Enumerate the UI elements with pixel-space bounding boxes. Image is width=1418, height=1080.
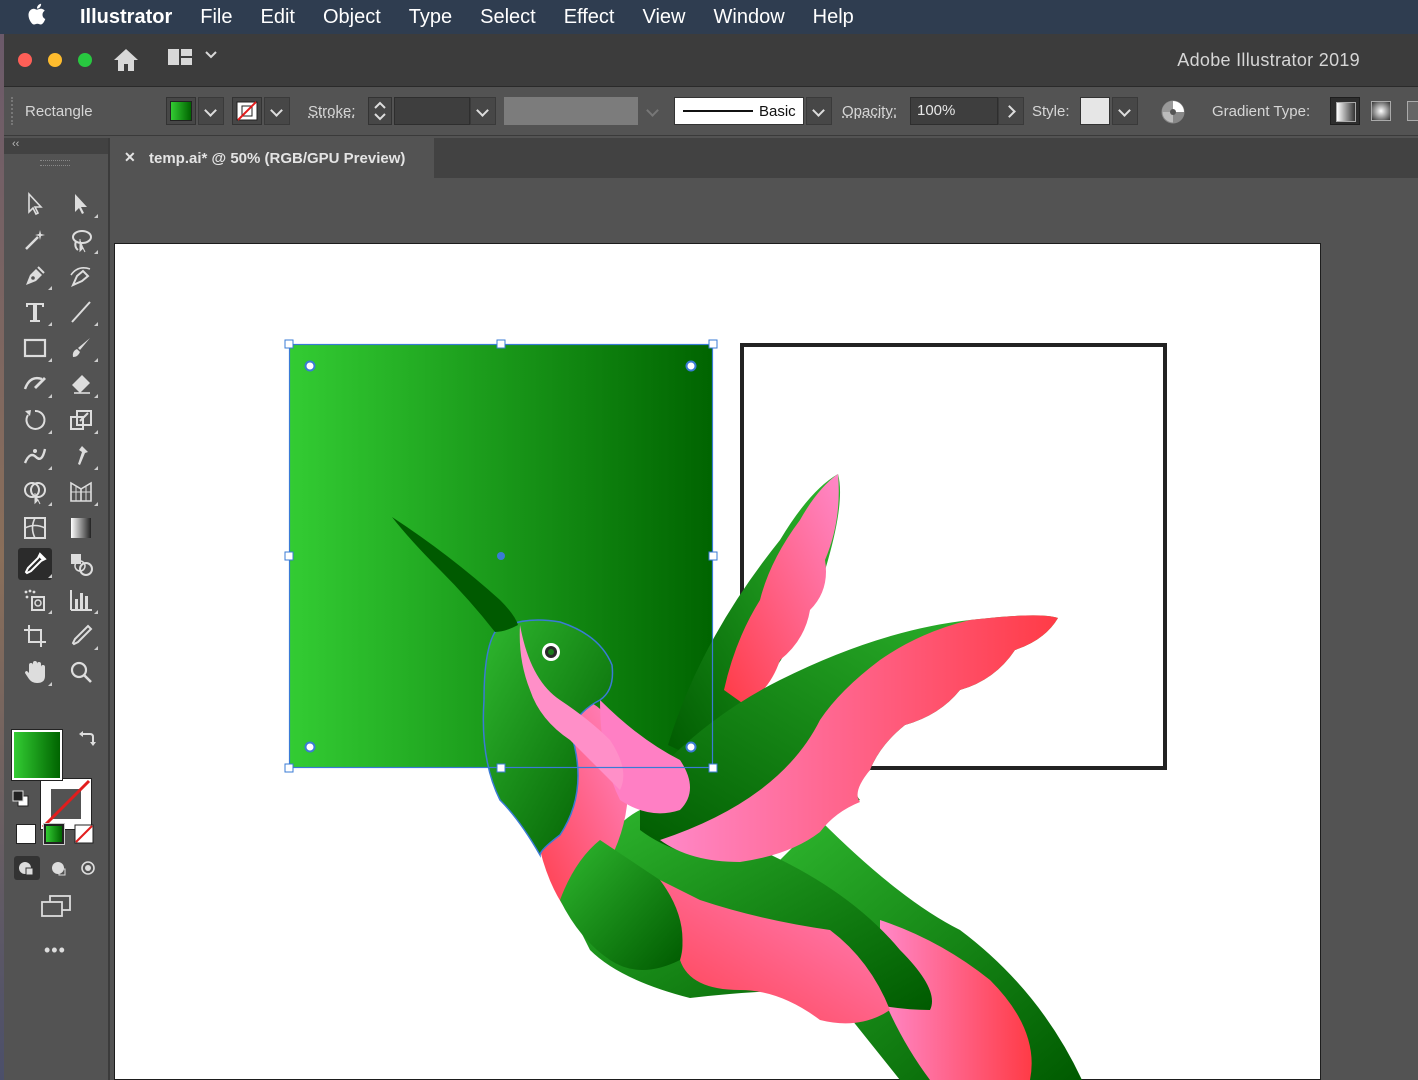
- handle-top-middle[interactable]: [496, 339, 506, 349]
- handle-bottom-left[interactable]: [284, 763, 294, 773]
- handle-middle-left[interactable]: [284, 551, 294, 561]
- handle-top-left[interactable]: [284, 339, 294, 349]
- handle-top-right[interactable]: [708, 339, 718, 349]
- handle-bottom-middle[interactable]: [496, 763, 506, 773]
- live-corner-widget[interactable]: [685, 360, 697, 372]
- artwork-layer[interactable]: [0, 0, 1418, 1080]
- center-point[interactable]: [497, 552, 505, 560]
- live-corner-widget[interactable]: [685, 741, 697, 753]
- handle-bottom-right[interactable]: [708, 763, 718, 773]
- eye-highlight[interactable]: [548, 649, 554, 655]
- live-corner-widget[interactable]: [304, 360, 316, 372]
- handle-middle-right[interactable]: [708, 551, 718, 561]
- live-corner-widget[interactable]: [304, 741, 316, 753]
